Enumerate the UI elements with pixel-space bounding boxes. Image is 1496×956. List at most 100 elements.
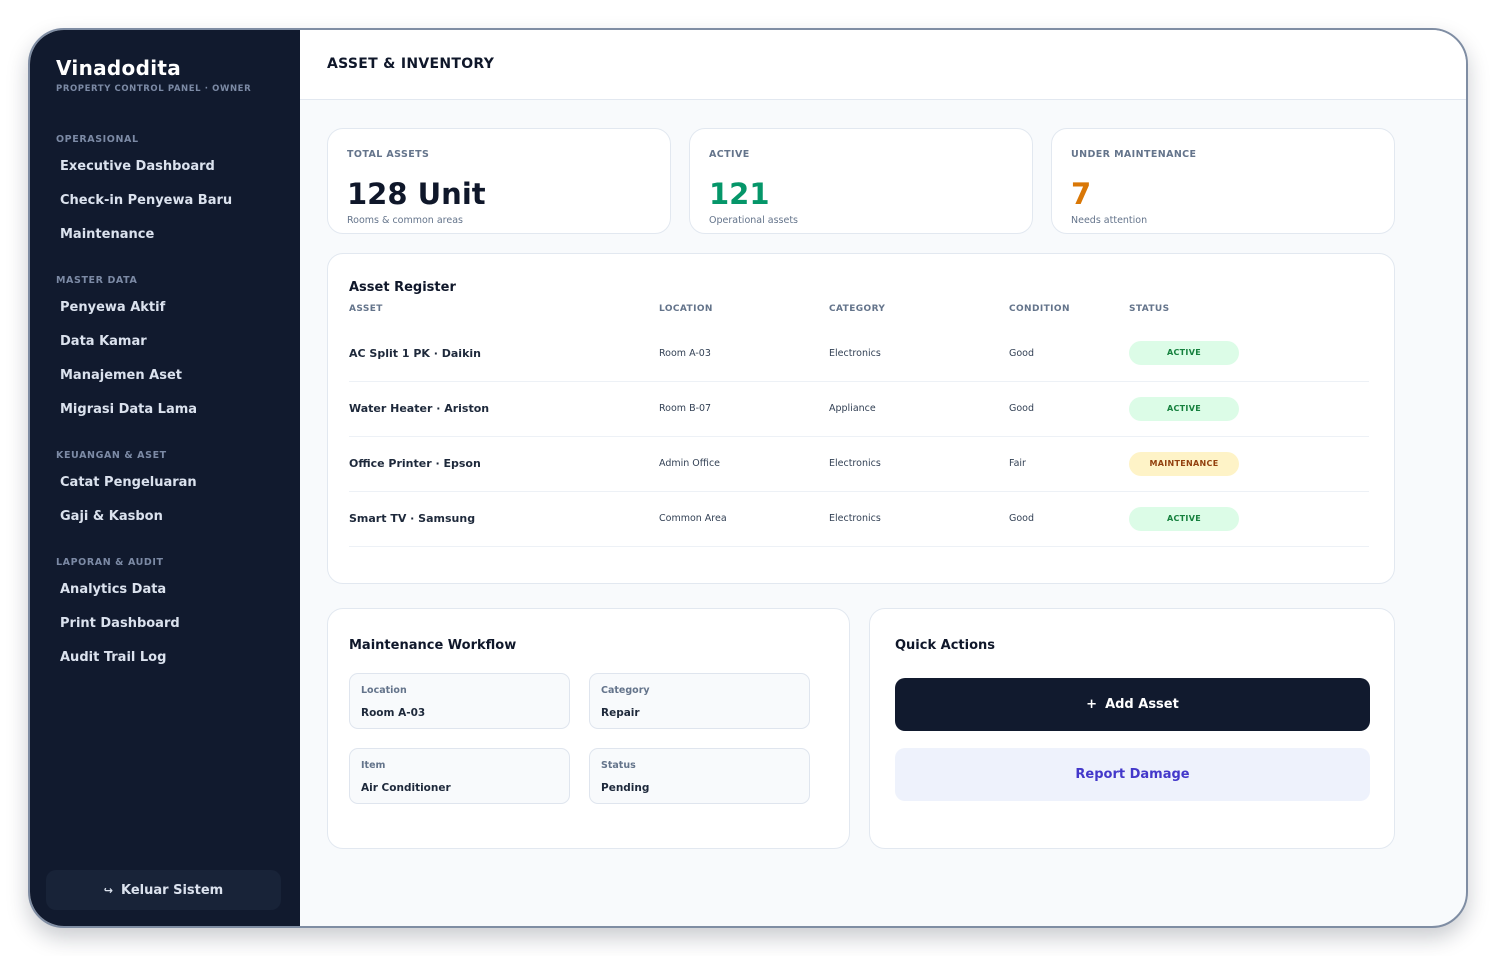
app-window: Vinadodita PROPERTY CONTROL PANEL · OWNE… (28, 28, 1468, 928)
field-label: Location (361, 685, 407, 696)
main-content: ASSET & INVENTORY TOTAL ASSETS 128 Unit … (300, 30, 1466, 926)
table-row[interactable]: Office Printer · Epson Admin Office Elec… (349, 436, 1369, 492)
cell-category: Electronics (829, 326, 1009, 382)
cell-asset: Office Printer · Epson (349, 436, 659, 492)
cell-condition: Good (1009, 326, 1129, 382)
cell-location: Common Area (659, 491, 829, 547)
column-header-condition: CONDITION (1009, 304, 1070, 314)
sidebar-item-executive-dashboard[interactable]: Executive Dashboard (56, 150, 286, 184)
cell-asset: Water Heater · Ariston (349, 381, 659, 437)
logout-label: Keluar Sistem (121, 882, 224, 898)
sidebar-item-migrasi-data[interactable]: Migrasi Data Lama (56, 393, 286, 427)
nav-heading: KEUANGAN & ASET (56, 450, 167, 461)
column-header-category: CATEGORY (829, 304, 886, 314)
cell-status: ACTIVE (1129, 491, 1369, 547)
cell-category: Electronics (829, 491, 1009, 547)
header: ASSET & INVENTORY (300, 30, 1466, 100)
stat-note: Needs attention (1071, 215, 1148, 226)
cell-asset: Smart TV · Samsung (349, 491, 659, 547)
field-label: Status (601, 760, 636, 771)
brand: Vinadodita PROPERTY CONTROL PANEL · OWNE… (56, 56, 251, 94)
nav-heading: OPERASIONAL (56, 134, 139, 145)
stat-card-total-assets: TOTAL ASSETS 128 Unit Rooms & common are… (327, 128, 671, 234)
sidebar-item-catat-pengeluaran[interactable]: Catat Pengeluaran (56, 466, 286, 500)
brand-subtitle: PROPERTY CONTROL PANEL · OWNER (56, 84, 252, 94)
sidebar-item-manajemen-aset[interactable]: Manajemen Aset (56, 359, 286, 393)
stat-label: TOTAL ASSETS (347, 149, 430, 160)
sidebar: Vinadodita PROPERTY CONTROL PANEL · OWNE… (30, 30, 300, 926)
stat-value: 7 (1071, 177, 1092, 211)
cell-condition: Fair (1009, 436, 1129, 492)
sidebar-item-gaji-kasbon[interactable]: Gaji & Kasbon (56, 500, 286, 534)
stat-note: Rooms & common areas (347, 215, 463, 226)
cell-location: Room B-07 (659, 381, 829, 437)
table-row[interactable]: AC Split 1 PK · Daikin Room A-03 Electro… (349, 326, 1369, 382)
table-row[interactable]: Smart TV · Samsung Common Area Electroni… (349, 491, 1369, 547)
field-value: Repair (601, 707, 640, 719)
column-header-status: STATUS (1129, 304, 1170, 314)
asset-register-card: Asset Register ASSET LOCATION CATEGORY C… (327, 253, 1395, 584)
nav-section-master-data: MASTER DATA Penyewa Aktif Data Kamar Man… (56, 275, 286, 427)
sidebar-item-maintenance[interactable]: Maintenance (56, 218, 286, 252)
sidebar-item-audit-trail[interactable]: Audit Trail Log (56, 641, 286, 675)
table-header-row: ASSET LOCATION CATEGORY CONDITION STATUS (349, 304, 1369, 326)
stat-note: Operational assets (709, 215, 798, 226)
cell-location: Room A-03 (659, 326, 829, 382)
cell-condition: Good (1009, 491, 1129, 547)
asset-register-title: Asset Register (349, 280, 456, 295)
asset-register-table: ASSET LOCATION CATEGORY CONDITION STATUS… (349, 304, 1369, 547)
cell-status: MAINTENANCE (1129, 436, 1369, 492)
status-badge: MAINTENANCE (1129, 451, 1239, 476)
logout-button[interactable]: ↪ Keluar Sistem (46, 870, 281, 910)
column-header-location: LOCATION (659, 304, 713, 314)
brand-title: Vinadodita (56, 56, 182, 80)
quick-actions-card: Quick Actions + Add Asset Report Damage (869, 608, 1395, 849)
sidebar-item-check-in[interactable]: Check-in Penyewa Baru (56, 184, 286, 218)
stat-label: ACTIVE (709, 149, 750, 160)
nav-section-keuangan: KEUANGAN & ASET Catat Pengeluaran Gaji &… (56, 450, 286, 534)
field-value: Air Conditioner (361, 782, 451, 794)
stat-card-under-maintenance: UNDER MAINTENANCE 7 Needs attention (1051, 128, 1395, 234)
plus-icon: + (1086, 697, 1098, 712)
status-badge: ACTIVE (1129, 396, 1239, 421)
nav-heading: MASTER DATA (56, 275, 138, 286)
location-field[interactable]: Location Room A-03 (349, 673, 570, 729)
nav-section-operasional: OPERASIONAL Executive Dashboard Check-in… (56, 134, 286, 252)
stat-card-active: ACTIVE 121 Operational assets (689, 128, 1033, 234)
nav-heading: LAPORAN & AUDIT (56, 557, 164, 568)
cell-asset: AC Split 1 PK · Daikin (349, 326, 659, 382)
cell-condition: Good (1009, 381, 1129, 437)
stat-value: 121 (709, 177, 770, 211)
logout-icon: ↪ (103, 883, 113, 897)
field-label: Item (361, 760, 386, 771)
status-badge: ACTIVE (1129, 506, 1239, 531)
sidebar-item-print-dashboard[interactable]: Print Dashboard (56, 607, 286, 641)
status-field[interactable]: Status Pending (589, 748, 810, 804)
cell-category: Electronics (829, 436, 1009, 492)
cell-category: Appliance (829, 381, 1009, 437)
maintenance-workflow-title: Maintenance Workflow (349, 638, 517, 653)
page-title: ASSET & INVENTORY (327, 56, 495, 72)
cell-location: Admin Office (659, 436, 829, 492)
category-field[interactable]: Category Repair (589, 673, 810, 729)
field-value: Pending (601, 782, 650, 794)
item-field[interactable]: Item Air Conditioner (349, 748, 570, 804)
stat-label: UNDER MAINTENANCE (1071, 149, 1197, 160)
table-row[interactable]: Water Heater · Ariston Room B-07 Applian… (349, 381, 1369, 437)
cell-status: ACTIVE (1129, 326, 1369, 382)
sidebar-item-penyewa-aktif[interactable]: Penyewa Aktif (56, 291, 286, 325)
nav-section-laporan: LAPORAN & AUDIT Analytics Data Print Das… (56, 557, 286, 675)
field-label: Category (601, 685, 650, 696)
field-value: Room A-03 (361, 707, 426, 719)
quick-actions-title: Quick Actions (895, 638, 996, 653)
stat-value: 128 Unit (347, 177, 486, 211)
column-header-asset: ASSET (349, 304, 383, 314)
maintenance-workflow-card: Maintenance Workflow Location Room A-03 … (327, 608, 850, 849)
sidebar-item-data-kamar[interactable]: Data Kamar (56, 325, 286, 359)
cell-status: ACTIVE (1129, 381, 1369, 437)
add-asset-label: Add Asset (1105, 697, 1179, 712)
report-damage-button[interactable]: Report Damage (895, 748, 1370, 801)
status-badge: ACTIVE (1129, 341, 1239, 366)
add-asset-button[interactable]: + Add Asset (895, 678, 1370, 731)
sidebar-item-analytics[interactable]: Analytics Data (56, 573, 286, 607)
